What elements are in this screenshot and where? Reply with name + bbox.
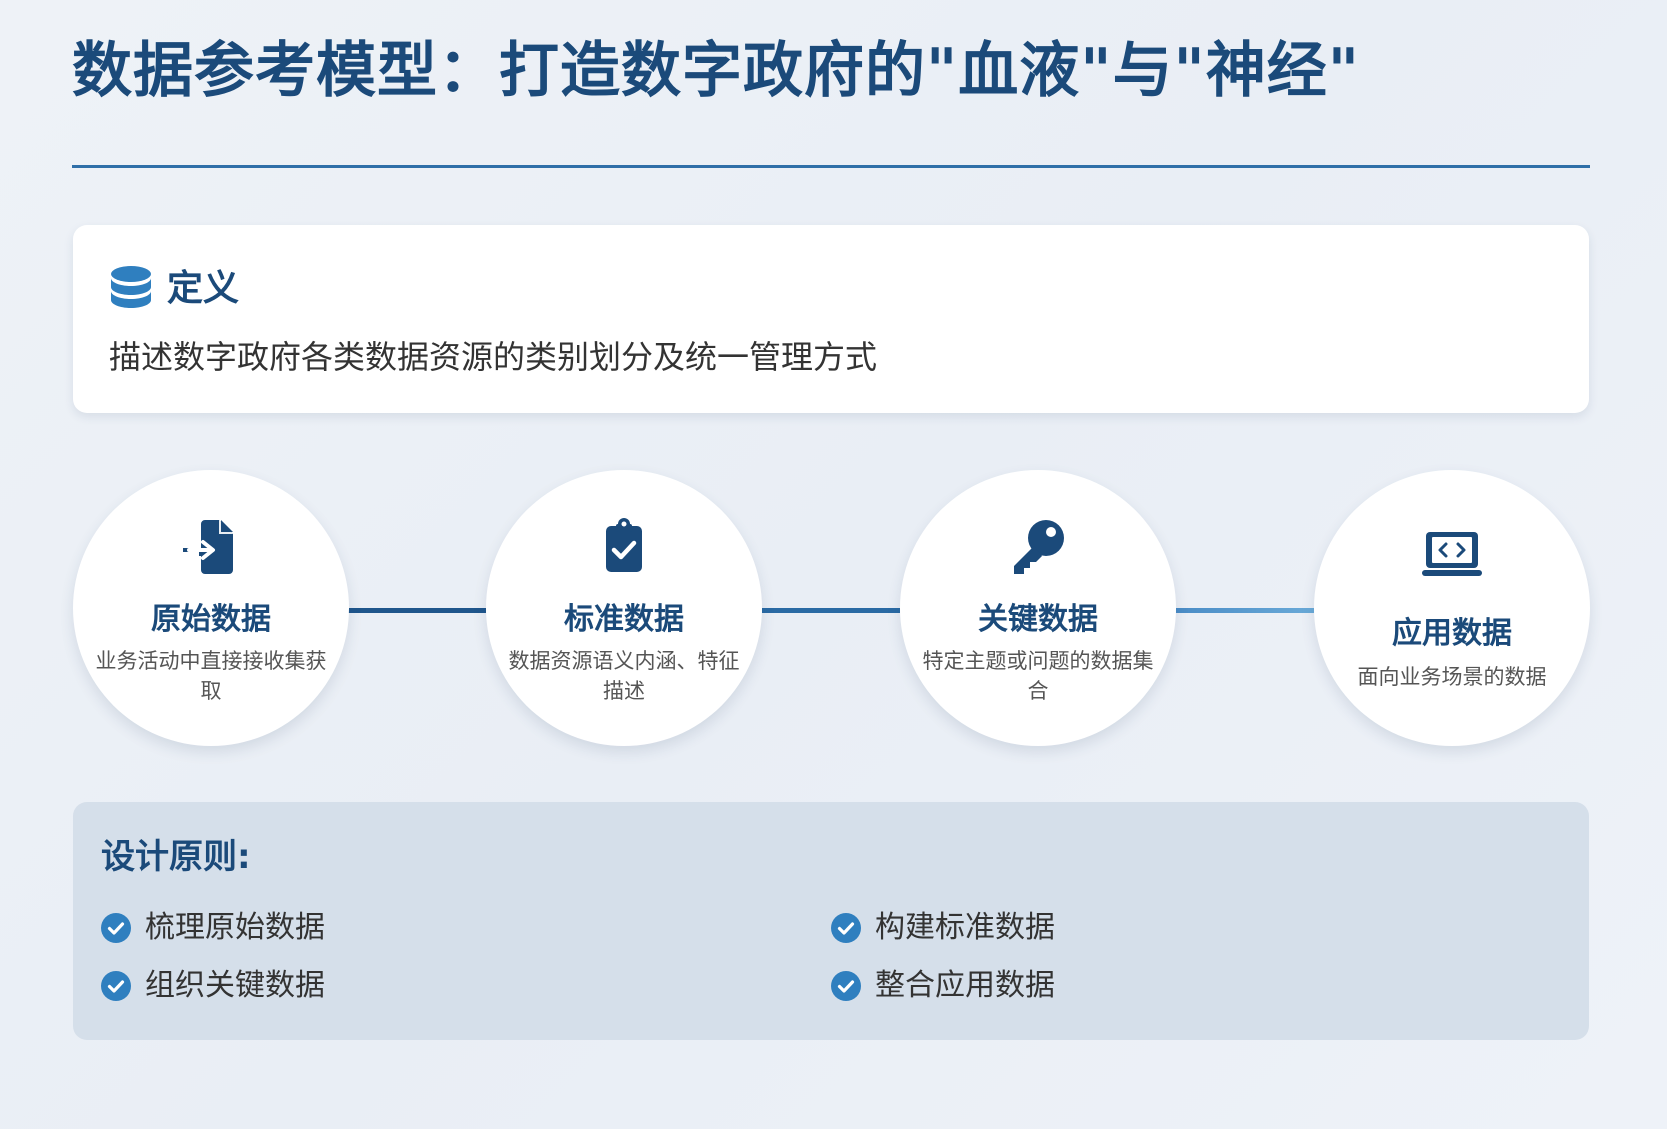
design-principles-panel: 设计原则: 梳理原始数据 构建标准数据 组织关键数据 整合应用数据 [73,802,1589,1040]
flow-connector-1 [348,608,486,613]
check-circle-icon [831,971,861,1001]
flow-node-standard-data: 标准数据 数据资源语义内涵、特征描述 [486,470,762,746]
check-circle-icon [101,971,131,1001]
flow-node-title: 原始数据 [151,602,271,637]
flow-node-desc: 数据资源语义内涵、特征描述 [508,649,740,703]
title-divider [72,165,1590,168]
laptop-code-icon [1422,532,1482,576]
flow-node-title: 标准数据 [564,602,684,637]
principle-text: 构建标准数据 [875,910,1055,945]
flow-node-title: 应用数据 [1392,616,1512,651]
check-circle-icon [831,913,861,943]
flow-node-desc: 面向业务场景的数据 [1357,665,1547,689]
flow-connector-2 [762,608,900,613]
principle-text: 梳理原始数据 [145,910,325,945]
definition-heading: 定义 [167,268,240,309]
principle-item: 组织关键数据 [101,964,325,1008]
principle-item: 构建标准数据 [831,906,1055,950]
definition-card: 定义 描述数字政府各类数据资源的类别划分及统一管理方式 [73,225,1589,413]
database-icon [111,266,151,308]
file-import-icon [183,520,233,574]
principle-item: 梳理原始数据 [101,906,325,950]
key-icon [1014,520,1064,574]
principle-item: 整合应用数据 [831,964,1055,1008]
flow-node-raw-data: 原始数据 业务活动中直接接收集获取 [73,470,349,746]
clipboard-check-icon [606,518,642,572]
definition-text: 描述数字政府各类数据资源的类别划分及统一管理方式 [109,338,878,376]
principle-text: 整合应用数据 [875,968,1055,1003]
principle-text: 组织关键数据 [145,968,325,1003]
flow-node-title: 关键数据 [978,602,1098,637]
check-circle-icon [101,913,131,943]
flow-node-application-data: 应用数据 面向业务场景的数据 [1314,470,1590,746]
flow-connector-3 [1176,608,1314,613]
flow-node-desc: 业务活动中直接接收集获取 [95,649,327,703]
flow-node-key-data: 关键数据 特定主题或问题的数据集合 [900,470,1176,746]
flow-node-desc: 特定主题或问题的数据集合 [922,649,1154,703]
principles-heading: 设计原则: [101,837,251,877]
page-title: 数据参考模型：打造数字政府的"血液"与"神经" [72,36,1361,106]
